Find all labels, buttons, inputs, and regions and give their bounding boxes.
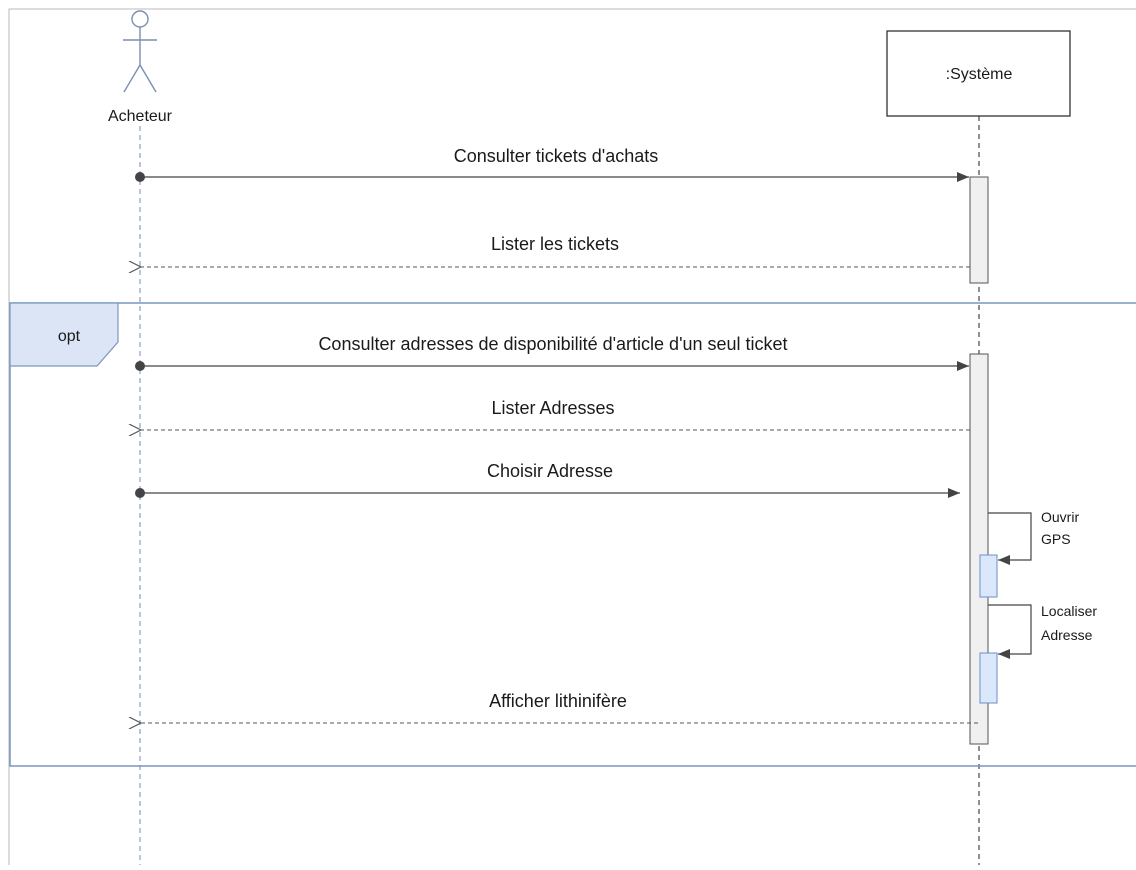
message-label: Afficher lithinifère — [489, 691, 627, 711]
message-label: Lister les tickets — [491, 234, 619, 254]
system-label: :Système — [946, 66, 1013, 83]
message-label: Consulter adresses de disponibilité d'ar… — [318, 334, 787, 354]
self-message-line2: GPS — [1041, 531, 1071, 547]
outer-frame — [8, 8, 1136, 870]
participant-systeme: :Système — [886, 30, 1071, 117]
activation-bar-1 — [969, 176, 989, 284]
message-label: Lister Adresses — [491, 398, 614, 418]
message-label: Choisir Adresse — [487, 461, 613, 481]
self-message-ouvrir-gps: Ouvrir GPS — [988, 509, 1079, 565]
message-choisir-adresse: Choisir Adresse — [135, 461, 960, 498]
sequence-diagram: Acheteur :Système opt Consulter tickets … — [0, 0, 1136, 870]
opt-operator-label: opt — [58, 328, 81, 345]
actor-acheteur: Acheteur — [108, 10, 173, 125]
stick-figure-icon — [123, 10, 157, 93]
message-lister-tickets: Lister les tickets — [141, 234, 970, 267]
nested-activation-localiser — [979, 652, 998, 704]
message-consulter-adresses: Consulter adresses de disponibilité d'ar… — [135, 334, 969, 371]
diagram-canvas: Acheteur :Système opt Consulter tickets … — [8, 8, 1136, 870]
message-lister-adresses: Lister Adresses — [141, 398, 970, 430]
message-afficher-lithinifere: Afficher lithinifère — [141, 691, 978, 723]
message-label: Consulter tickets d'achats — [454, 146, 659, 166]
self-message-line1: Localiser — [1041, 603, 1097, 619]
message-consulter-tickets: Consulter tickets d'achats — [135, 146, 969, 182]
actor-label: Acheteur — [108, 108, 173, 125]
self-message-line2: Adresse — [1041, 627, 1093, 643]
nested-activation-gps — [979, 554, 998, 598]
self-message-localiser-adresse: Localiser Adresse — [988, 603, 1097, 659]
self-message-line1: Ouvrir — [1041, 509, 1079, 525]
